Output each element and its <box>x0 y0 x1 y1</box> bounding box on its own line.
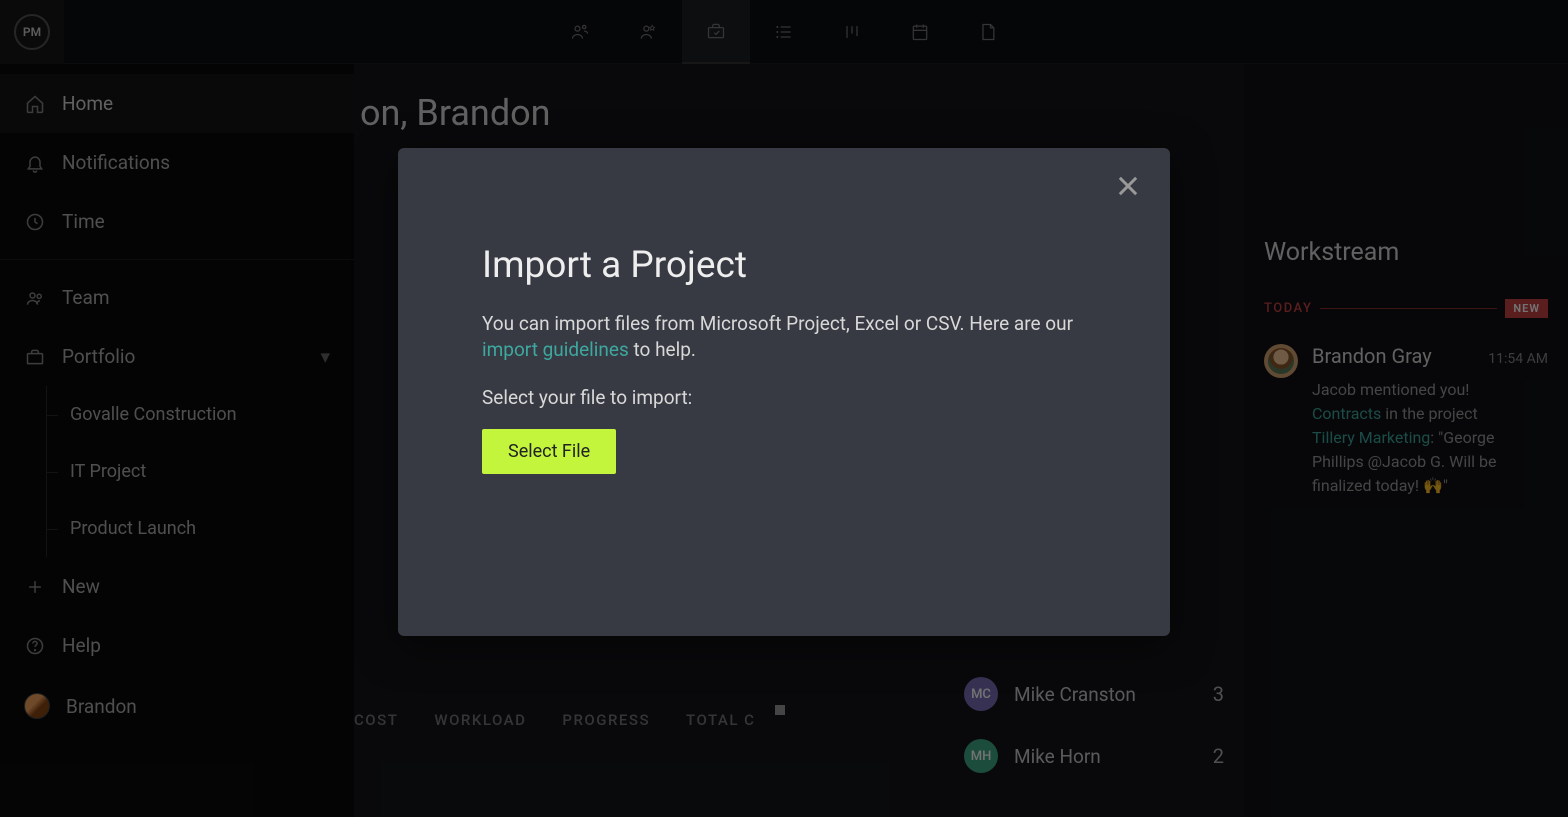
modal-title: Import a Project <box>482 244 1086 287</box>
select-file-button[interactable]: Select File <box>482 429 616 474</box>
close-icon[interactable] <box>1114 172 1142 200</box>
modal-overlay: Import a Project You can import files fr… <box>0 0 1568 817</box>
guidelines-link[interactable]: import guidelines <box>482 338 629 361</box>
import-modal: Import a Project You can import files fr… <box>398 148 1170 636</box>
modal-description: You can import files from Microsoft Proj… <box>482 311 1086 362</box>
modal-subtext: Select your file to import: <box>482 386 1086 409</box>
